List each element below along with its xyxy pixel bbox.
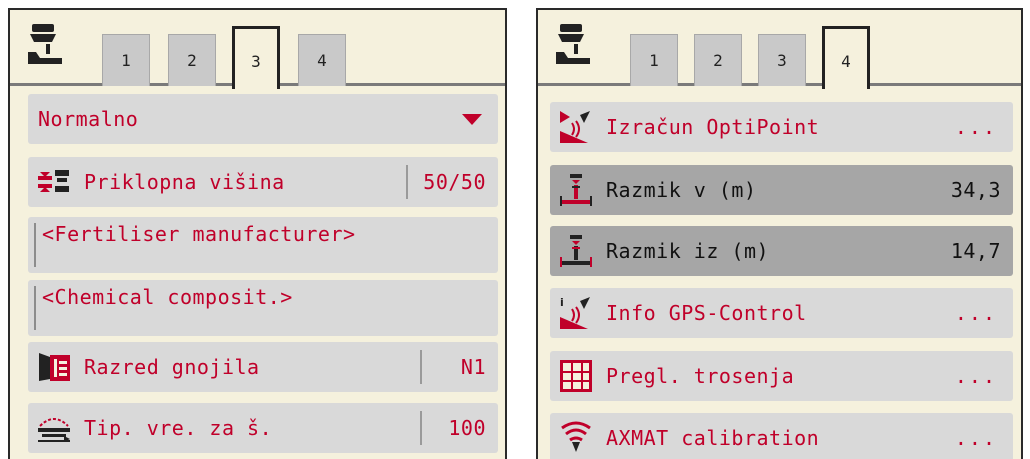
fertilizer-class-row[interactable]: Razred gnojila N1 [28,342,498,392]
gps-control-info-label: Info GPS-Control [606,301,807,325]
more-icon: ... [954,301,997,325]
axmat-calibration-icon [561,421,591,452]
chemical-composition-text: <Chemical composit.> [42,285,293,309]
distance-off-value: 14,7 [950,239,1001,263]
axmat-calibration-label: AXMAT calibration [606,426,820,450]
fertilizer-class-label: Razred gnojila [84,355,260,379]
gps-info-icon: i [560,296,590,329]
right-panel: 1 2 3 4 Izračun OptiPoint ... Razmik v (… [536,8,1023,459]
distance-on-value: 34,3 [950,178,1001,202]
tab-4[interactable]: 4 [298,34,346,86]
text-cursor-bar [34,223,36,267]
fertiliser-manufacturer-field[interactable]: <Fertiliser manufacturer> [28,217,498,273]
disc-type-value: 100 [448,416,486,440]
optipoint-label: Izračun OptiPoint [606,115,820,139]
distance-off-icon [560,235,592,267]
svg-text:i: i [560,296,564,309]
spread-overview-icon [560,360,592,392]
hitch-height-icon [38,170,69,192]
distance-on-icon [560,174,592,206]
mode-dropdown[interactable]: Normalno [28,94,498,144]
gps-control-info-row[interactable]: i Info GPS-Control ... [550,288,1013,338]
left-panel: 1 2 3 4 Normalno Priklopna višina 50/50 … [8,8,507,459]
tab-3[interactable]: 3 [758,34,806,86]
axmat-calibration-row[interactable]: AXMAT calibration ... [550,413,1013,459]
chemical-composition-field[interactable]: <Chemical composit.> [28,280,498,336]
fertiliser-manufacturer-text: <Fertiliser manufacturer> [42,222,356,246]
more-icon: ... [954,364,997,388]
chevron-down-icon [462,114,482,125]
tab-2[interactable]: 2 [168,34,216,86]
tab-4[interactable]: 4 [822,26,870,89]
spreading-disc-icon [38,418,70,442]
tab-1[interactable]: 1 [102,34,150,86]
disc-type-label: Tip. vre. za š. [84,416,273,440]
optipoint-icon [560,111,590,143]
divider [420,411,422,445]
more-icon: ... [954,115,997,139]
mode-dropdown-value: Normalno [38,107,139,131]
spread-overview-label: Pregl. trosenja [606,364,795,388]
fertilizer-class-value: N1 [460,355,486,379]
distance-off-label: Razmik iz (m) [606,239,770,263]
spreader-settings-icon [28,24,62,64]
tab-bar: 1 2 3 4 [10,10,505,89]
hitch-height-value: 50/50 [423,170,486,194]
tab-bar: 1 2 3 4 [538,10,1021,89]
spread-overview-row[interactable]: Pregl. trosenja ... [550,351,1013,401]
distance-on-label: Razmik v (m) [606,178,757,202]
disc-type-row[interactable]: Tip. vre. za š. 100 [28,403,498,453]
hitch-height-row[interactable]: Priklopna višina 50/50 [28,157,498,207]
tab-3[interactable]: 3 [232,26,280,89]
tab-1[interactable]: 1 [630,34,678,86]
optipoint-row[interactable]: Izračun OptiPoint ... [550,102,1013,152]
more-icon: ... [954,426,997,450]
distance-on-row[interactable]: Razmik v (m) 34,3 [550,165,1013,215]
tab-2[interactable]: 2 [694,34,742,86]
hitch-height-label: Priklopna višina [84,170,285,194]
distance-off-row[interactable]: Razmik iz (m) 14,7 [550,226,1013,276]
fertilizer-class-icon [39,353,70,381]
divider [420,350,422,384]
text-cursor-bar [34,286,36,330]
spreader-settings-icon [556,24,590,64]
divider [406,165,408,199]
